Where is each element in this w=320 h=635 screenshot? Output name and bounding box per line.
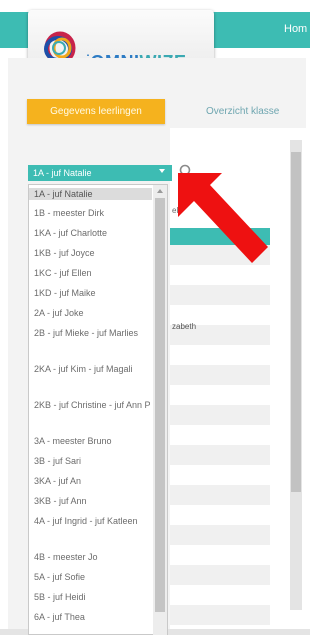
table-cell-partial: zabeth: [172, 322, 197, 331]
dropdown-option[interactable]: 1B - meester Dirk: [34, 207, 152, 219]
dropdown-option[interactable]: 1A - juf Natalie: [29, 188, 152, 200]
dropdown-option[interactable]: 3KB - juf Ann: [34, 495, 152, 507]
table-row[interactable]: [170, 485, 270, 505]
dropdown-option[interactable]: 1KB - juf Joyce: [34, 247, 152, 259]
dropdown-option[interactable]: 1KC - juf Ellen: [34, 267, 152, 279]
tab-gegevens-leerlingen[interactable]: Gegevens leerlingen: [27, 99, 165, 124]
dropdown-option[interactable]: 4B - meester Jo: [34, 551, 152, 563]
dropdown-option[interactable]: 6A - juf Thea: [34, 611, 152, 623]
table-row[interactable]: [170, 445, 270, 465]
table-row[interactable]: [170, 465, 270, 485]
tab-overzicht-klasse[interactable]: Overzicht klasse: [206, 106, 279, 117]
table-row[interactable]: [170, 385, 270, 405]
dropdown-option[interactable]: 1KA - juf Charlotte: [34, 227, 152, 239]
table-row[interactable]: [170, 545, 270, 565]
dropdown-option[interactable]: 2A - juf Joke: [34, 307, 152, 319]
dropdown-option[interactable]: 2KB - juf Christine - juf Ann P: [34, 399, 152, 411]
chevron-down-icon[interactable]: [159, 169, 165, 173]
table-row[interactable]: [170, 525, 270, 545]
table-row[interactable]: [170, 565, 270, 585]
red-arrow-icon: [178, 173, 268, 263]
dropdown-option[interactable]: 4A - juf Ingrid - juf Katleen: [34, 515, 152, 527]
table-row[interactable]: [170, 345, 270, 365]
class-select-dropdown[interactable]: 1A - juf Natalie 1B - meester Dirk 1KA -…: [28, 184, 168, 635]
nav-link-home[interactable]: Hom: [284, 23, 307, 35]
page: Hom iOMNIWIZE Gegevens leerlingen Overzi…: [0, 0, 310, 635]
dropdown-option[interactable]: 5B - juf Heidi: [34, 591, 152, 603]
table-row[interactable]: [170, 405, 270, 425]
dropdown-option[interactable]: 5A - juf Sofie: [34, 571, 152, 583]
dropdown-option[interactable]: 2KA - juf Kim - juf Magali: [34, 363, 152, 375]
dropdown-scrollbar-thumb[interactable]: [155, 198, 165, 612]
table-row[interactable]: [170, 505, 270, 525]
dropdown-option[interactable]: 3A - meester Bruno: [34, 435, 152, 447]
class-select[interactable]: 1A - juf Natalie: [28, 165, 172, 181]
dropdown-option[interactable]: 3B - juf Sari: [34, 455, 152, 467]
table-row[interactable]: [170, 425, 270, 445]
dropdown-option[interactable]: 2B - juf Mieke - juf Marlies: [34, 327, 152, 339]
table-row[interactable]: [170, 285, 270, 305]
dropdown-option[interactable]: 1KD - juf Maike: [34, 287, 152, 299]
table-row[interactable]: [170, 365, 270, 385]
table-row[interactable]: [170, 585, 270, 605]
table-scrollbar-thumb[interactable]: [291, 152, 301, 492]
dropdown-option[interactable]: 3KA - juf An: [34, 475, 152, 487]
scroll-up-icon[interactable]: [157, 189, 163, 193]
table-row[interactable]: [170, 605, 270, 625]
